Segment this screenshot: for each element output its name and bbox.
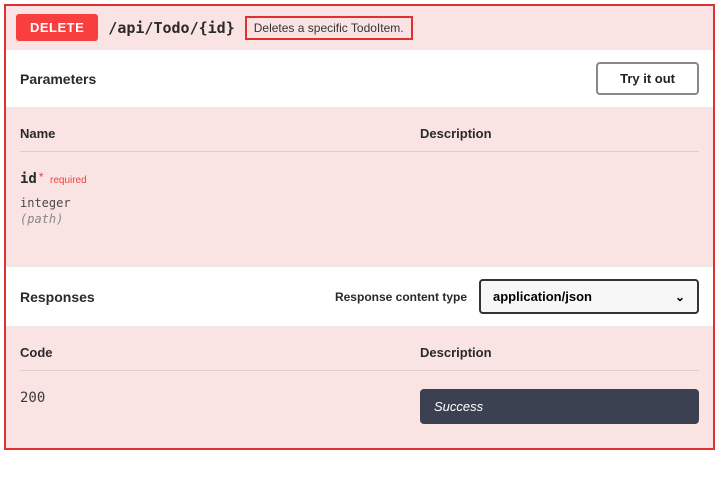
try-it-out-button[interactable]: Try it out (596, 62, 699, 95)
operation-block: DELETE /api/Todo/{id} Deletes a specific… (4, 4, 715, 450)
responses-body: Code Description 200 Success (6, 327, 713, 448)
required-label: required (50, 175, 87, 186)
param-type: integer (20, 196, 699, 210)
responses-bar: Responses Response content type applicat… (6, 266, 713, 327)
content-type-label: Response content type (335, 290, 467, 304)
response-description: Success (434, 399, 483, 414)
response-description-box: Success (420, 389, 699, 424)
param-header-description: Description (420, 126, 699, 141)
response-header-code: Code (20, 345, 420, 360)
response-header-description: Description (420, 345, 699, 360)
content-type-value: application/json (493, 289, 592, 304)
param-row: id* required integer (path) (20, 152, 699, 226)
parameters-title: Parameters (20, 71, 96, 87)
response-code: 200 (20, 390, 45, 406)
param-name: id (20, 171, 37, 187)
param-in: (path) (20, 212, 699, 226)
summary-highlight: Deletes a specific TodoItem. (245, 16, 413, 40)
content-type-select[interactable]: application/json ⌄ (479, 279, 699, 314)
operation-header[interactable]: DELETE /api/Todo/{id} Deletes a specific… (6, 6, 713, 49)
endpoint-path: /api/Todo/{id} (108, 19, 234, 37)
required-star-icon: * (39, 170, 44, 184)
param-header-name: Name (20, 126, 420, 141)
http-method-badge: DELETE (16, 14, 98, 41)
parameters-body: Name Description id* required integer (p… (6, 108, 713, 266)
chevron-down-icon: ⌄ (675, 290, 685, 304)
responses-title: Responses (20, 289, 95, 305)
response-row: 200 Success (20, 371, 699, 424)
parameters-bar: Parameters Try it out (6, 49, 713, 108)
